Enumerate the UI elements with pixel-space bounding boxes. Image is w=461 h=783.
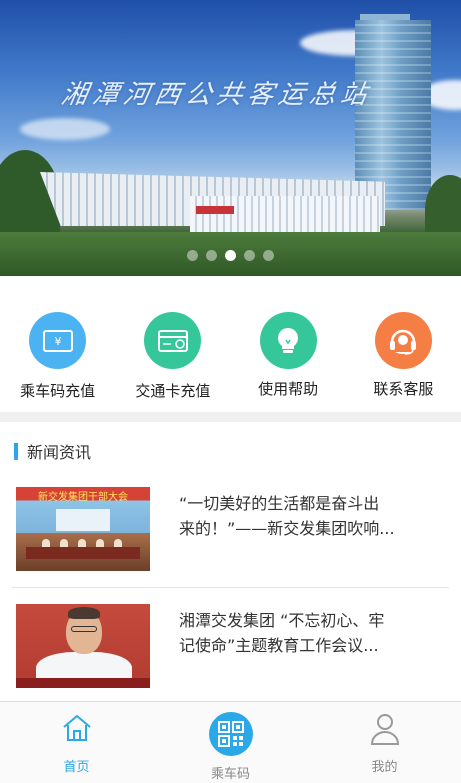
action-qr-recharge[interactable]: ¥ 乘车码充值	[0, 276, 115, 412]
tab-label: 乘车码	[210, 767, 250, 782]
headline-line: 来的！”——新交发集团吹响...	[179, 519, 395, 538]
card-icon	[144, 312, 202, 369]
carousel-dot[interactable]	[187, 250, 198, 261]
news-headline: “一切美好的生活都是奋斗出 来的！”——新交发集团吹响...	[179, 491, 439, 541]
news-item[interactable]: 湘潭交发集团 “不忘初心、牢 记使命”主题教育工作会议...	[0, 604, 461, 700]
user-icon	[370, 714, 399, 745]
svg-text:¥: ¥	[54, 335, 61, 348]
action-help[interactable]: 使用帮助	[231, 276, 346, 412]
section-accent-bar	[14, 442, 18, 460]
station-front	[190, 196, 380, 232]
headline-line: 记使命”主题教育工作会议...	[179, 636, 379, 655]
carousel-dot[interactable]	[244, 250, 255, 261]
action-label: 乘车码充值	[20, 382, 96, 400]
action-label: 联系客服	[373, 380, 434, 398]
glasses	[71, 626, 97, 632]
news-headline: 湘潭交发集团 “不忘初心、牢 记使命”主题教育工作会议...	[179, 608, 439, 658]
banner-carousel[interactable]: 湘潭河西公共客运总站	[0, 0, 461, 276]
lightbulb-icon	[259, 312, 317, 369]
news-section-title: 新闻资讯	[27, 443, 92, 462]
headline-line: “一切美好的生活都是奋斗出	[179, 494, 380, 513]
tab-qr-code[interactable]: 乘车码	[154, 702, 307, 783]
action-label: 使用帮助	[258, 380, 319, 398]
tab-home[interactable]: 首页	[0, 702, 153, 783]
carousel-dot[interactable]	[263, 250, 274, 261]
news-divider	[12, 587, 449, 588]
backdrop	[56, 509, 110, 531]
bottom-tab-bar: 首页 乘车码 我的	[0, 701, 461, 783]
tab-label: 首页	[63, 760, 90, 775]
wallet-icon: ¥	[29, 312, 87, 369]
action-card-recharge[interactable]: 交通卡充值	[115, 276, 230, 412]
tab-me[interactable]: 我的	[308, 702, 461, 783]
news-section-header: 新闻资讯	[14, 441, 92, 462]
action-customer-service[interactable]: 联系客服	[346, 276, 461, 412]
news-item[interactable]: 新交发集团干部大会 “一切美好的生活都是奋斗出 来的！”——新交发集团吹响...	[0, 487, 461, 587]
carousel-dot[interactable]	[206, 250, 217, 261]
headline-line: 湘潭交发集团 “不忘初心、牢	[179, 611, 385, 630]
news-thumbnail	[16, 604, 150, 688]
meeting-table	[26, 547, 140, 559]
section-separator	[0, 412, 461, 422]
carousel-dot-active[interactable]	[225, 250, 236, 261]
action-label: 交通卡充值	[135, 382, 211, 400]
cloud-decoration	[20, 118, 110, 140]
person-hair	[68, 607, 100, 619]
tab-label: 我的	[371, 760, 398, 775]
carousel-dots	[0, 250, 461, 261]
home-icon	[62, 714, 91, 741]
desk	[16, 678, 150, 688]
banner-title: 湘潭河西公共客运总站	[58, 80, 375, 110]
news-thumbnail: 新交发集团干部大会	[16, 487, 150, 571]
headset-icon	[374, 312, 432, 369]
qr-code-icon	[208, 712, 253, 756]
station-sign	[196, 206, 234, 214]
thumbnail-caption: 新交发集团干部大会	[38, 492, 128, 503]
quick-actions: ¥ 乘车码充值 交通卡充值 使用帮助 联系客服	[0, 276, 461, 412]
